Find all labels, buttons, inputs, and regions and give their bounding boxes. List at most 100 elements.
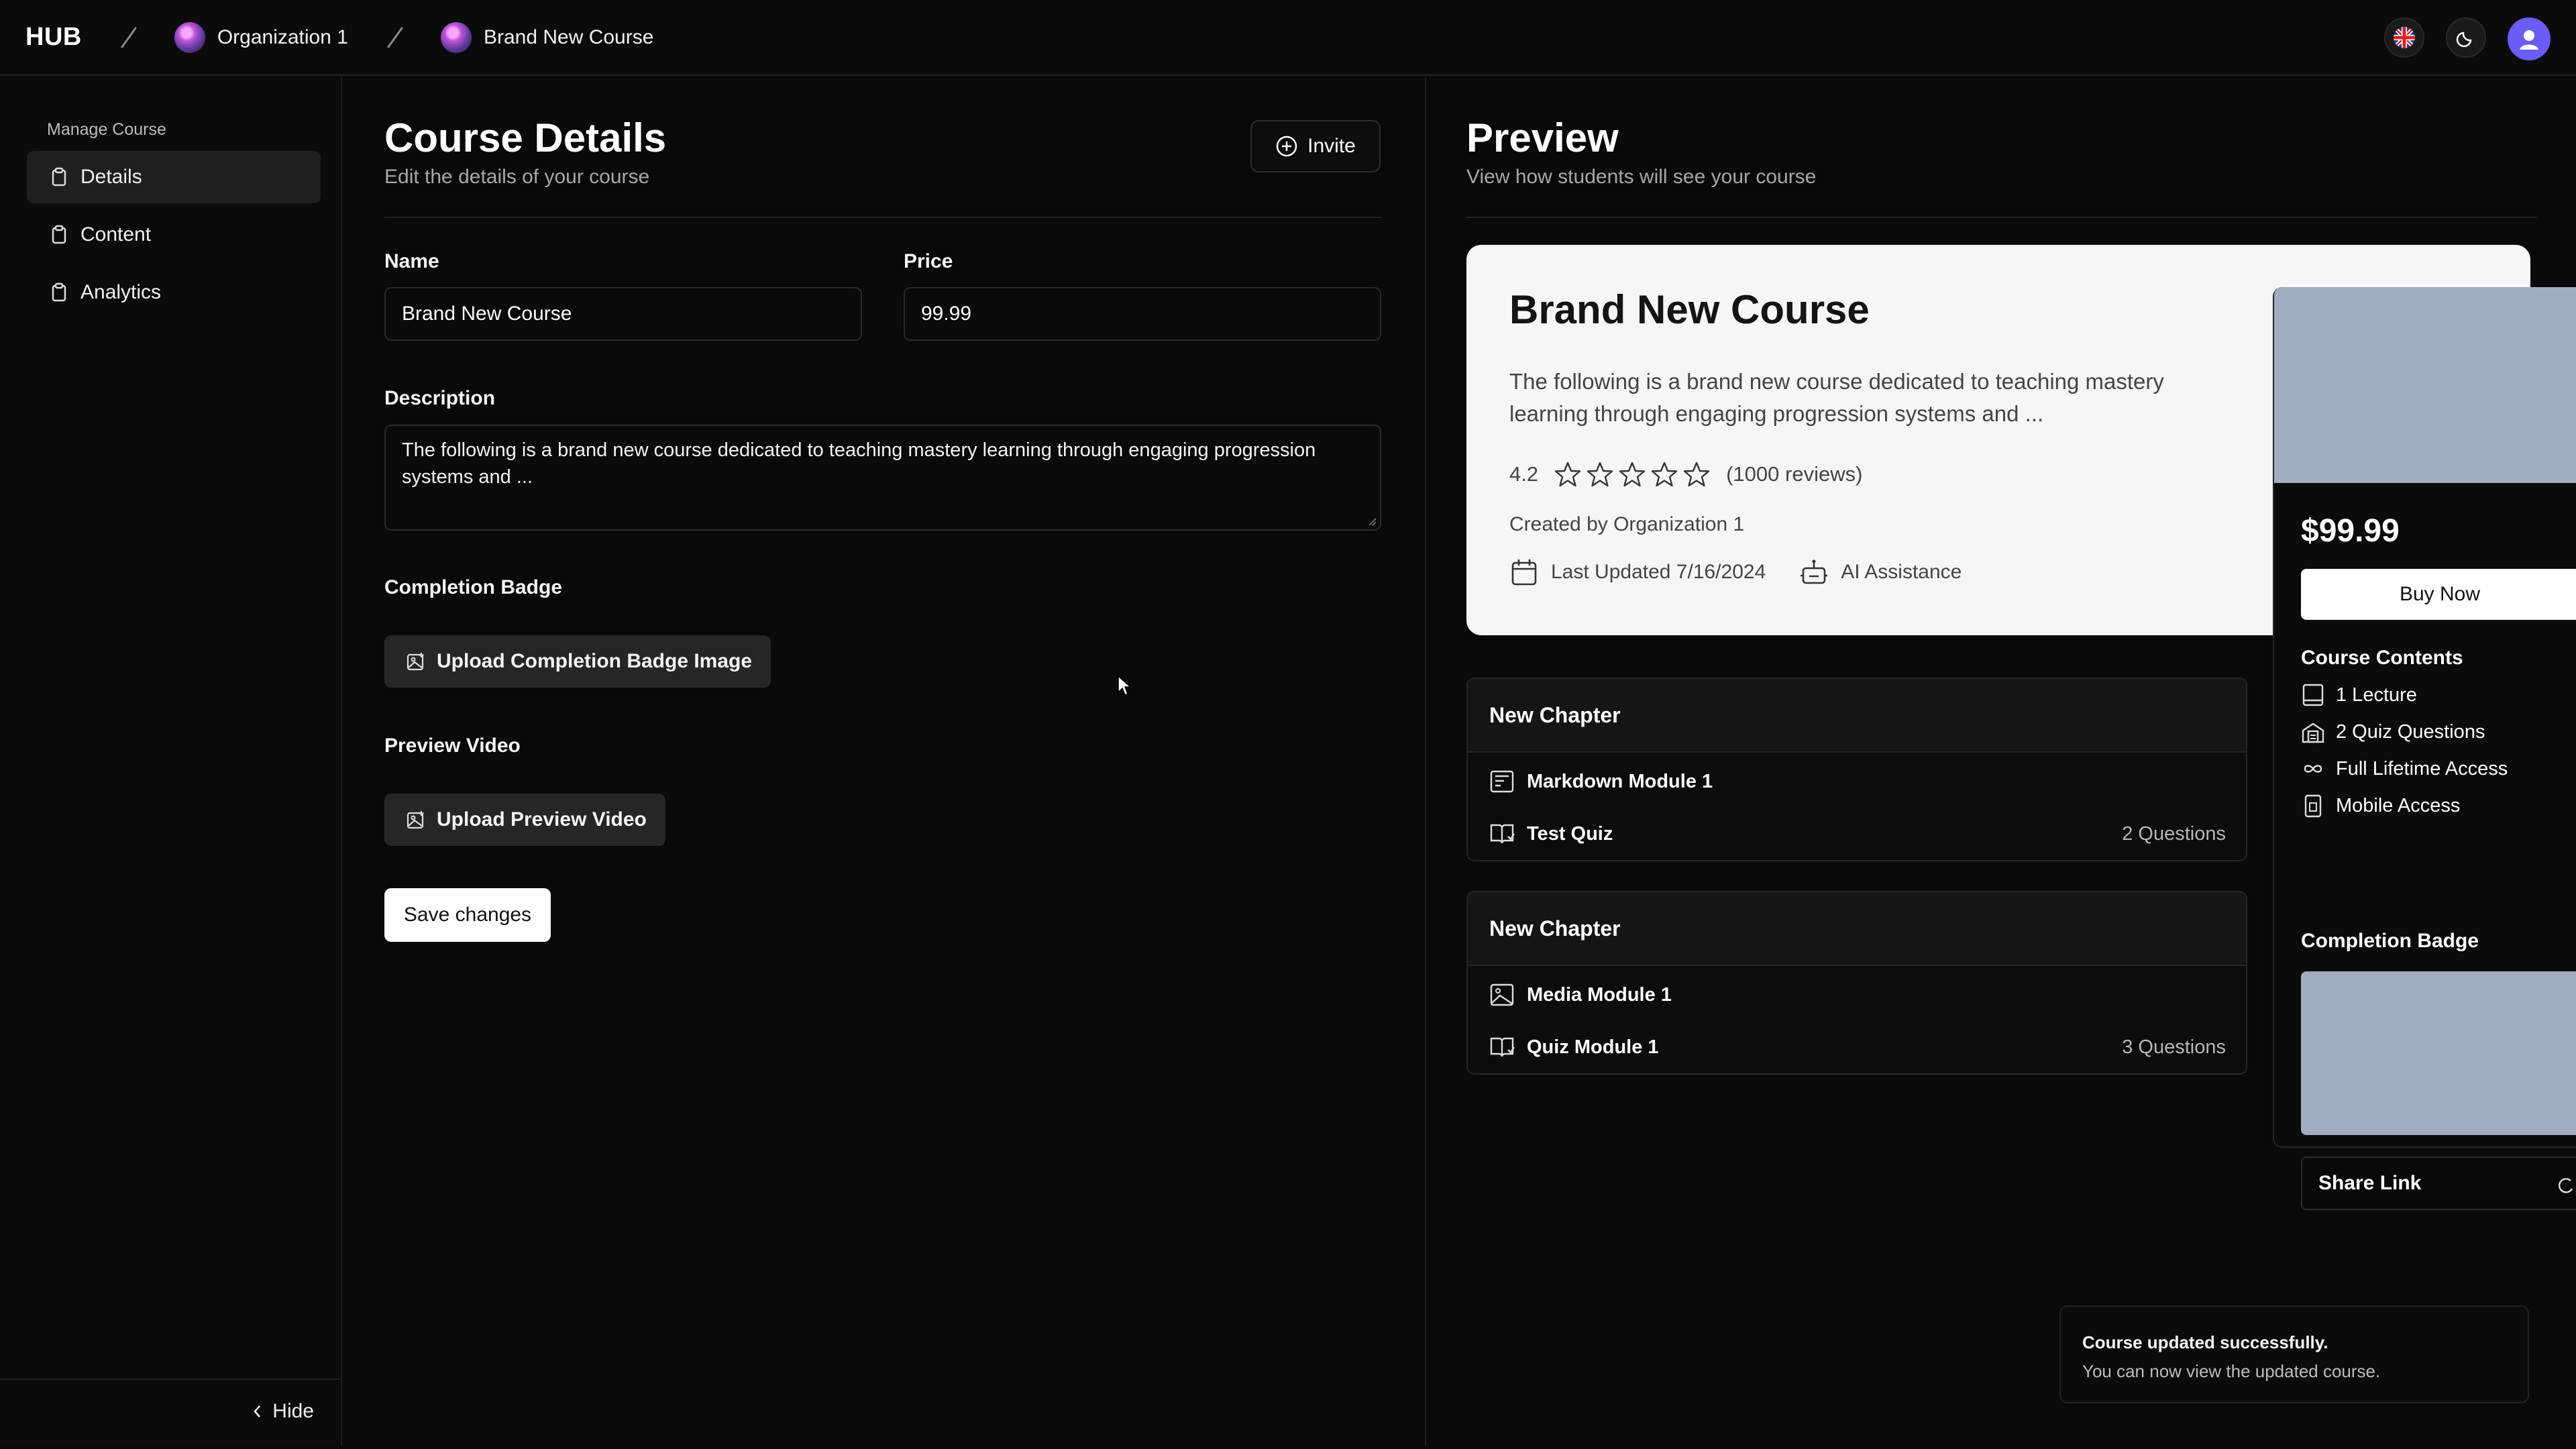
chevron-left-icon <box>254 1405 261 1417</box>
upload-video-label: Upload Preview Video <box>437 808 647 830</box>
question-count: 2 Questions <box>2122 822 2226 845</box>
organization-avatar <box>174 21 205 53</box>
module-item[interactable]: Test Quiz 2 Questions <box>1468 808 2246 860</box>
content-label: 2 Quiz Questions <box>2336 720 2485 743</box>
module-name: Markdown Module 1 <box>1527 770 1713 792</box>
image-icon <box>1490 983 1514 1006</box>
course-description: The following is a brand new course dedi… <box>1509 369 2164 426</box>
course-rating: 4.2 (1000 reviews) <box>1509 461 1862 488</box>
sidebar-item-label: Content <box>80 223 152 246</box>
chapter-title[interactable]: New Chapter <box>1468 892 2246 966</box>
content-item: 2 Quiz Questions <box>2301 720 2485 744</box>
sidebar-item-label: Analytics <box>80 281 162 303</box>
ai-assistance: AI Assistance <box>1841 561 1962 583</box>
language-button[interactable] <box>2384 17 2424 58</box>
breadcrumb-organization[interactable]: Organization 1 <box>174 21 348 53</box>
completion-badge-image <box>2301 971 2576 1135</box>
sidebar: Manage Course Details Content Analytics … <box>0 77 342 1446</box>
course-contents-title: Course Contents <box>2301 647 2463 669</box>
chapter-title[interactable]: New Chapter <box>1468 679 2246 753</box>
completion-badge-title: Completion Badge <box>2301 930 2479 952</box>
breadcrumb-separator-icon <box>121 27 137 48</box>
course-meta: Last Updated 7/16/2024 AI Assistance <box>1509 557 1962 587</box>
name-input[interactable]: Brand New Course <box>384 287 862 341</box>
course-details-panel: Course Details Edit the details of your … <box>342 77 1424 1446</box>
content-item: Mobile Access <box>2301 794 2460 818</box>
price-label: Price <box>904 250 953 272</box>
quiz-book-icon <box>1490 1037 1515 1057</box>
top-right-actions <box>2384 17 2551 60</box>
description-textarea[interactable]: The following is a brand new course dedi… <box>384 425 1381 531</box>
page-subtitle: Edit the details of your course <box>384 166 650 188</box>
save-changes-button[interactable]: Save changes <box>384 888 551 942</box>
resize-grip-icon[interactable] <box>1366 516 1377 527</box>
preview-panel: Preview View how students will see your … <box>1425 77 2576 1446</box>
star-icon <box>1554 462 1581 487</box>
chapter-card: New Chapter Markdown Module 1 Test Quiz … <box>1466 678 2247 861</box>
breadcrumb-course[interactable]: Brand New Course <box>440 21 654 53</box>
top-bar: HUB Organization 1 Brand New Course <box>0 0 2576 76</box>
content-label: Mobile Access <box>2336 794 2461 816</box>
upload-badge-label: Upload Completion Badge Image <box>437 650 753 672</box>
star-icon <box>1651 462 1678 487</box>
buy-now-button[interactable]: Buy Now <box>2301 569 2576 620</box>
lecture-icon <box>2302 684 2324 706</box>
content-label: 1 Lecture <box>2336 684 2417 706</box>
infinity-icon <box>2304 765 2322 773</box>
mouse-cursor-icon <box>1118 675 1132 696</box>
sidebar-title: Manage Course <box>47 120 166 139</box>
breadcrumb-label: Organization 1 <box>217 25 348 48</box>
page-title: Course Details <box>384 115 667 160</box>
rating-stars <box>1553 461 1711 488</box>
hide-label: Hide <box>272 1400 314 1422</box>
quiz-book-icon <box>1490 824 1515 844</box>
app-window: HUB Organization 1 Brand New Course Mana… <box>0 0 2576 1449</box>
content-item: 1 Lecture <box>2301 683 2417 707</box>
upload-video-button[interactable]: Upload Preview Video <box>384 794 665 846</box>
created-by: Created by Organization 1 <box>1509 513 1745 535</box>
clipboard-icon <box>52 225 66 244</box>
divider <box>384 217 1381 218</box>
sidebar-item-analytics[interactable]: Analytics <box>27 266 321 319</box>
preview-subtitle: View how students will see your course <box>1466 166 1817 188</box>
star-icon <box>1619 462 1646 487</box>
breadcrumb-separator-icon <box>387 27 403 48</box>
price-input[interactable]: 99.99 <box>904 287 1381 341</box>
module-name: Media Module 1 <box>1527 983 1672 1006</box>
course-avatar <box>440 21 472 53</box>
brand-logo[interactable]: HUB <box>25 23 82 52</box>
description-text: The following is a brand new course dedi… <box>402 439 1316 488</box>
user-menu-button[interactable] <box>2508 17 2551 60</box>
mobile-icon <box>2304 794 2322 818</box>
course-title: Brand New Course <box>1509 287 1870 332</box>
course-thumbnail <box>2274 287 2576 483</box>
theme-toggle-button[interactable] <box>2446 17 2486 58</box>
clipboard-icon <box>52 167 66 186</box>
content-item: Full Lifetime Access <box>2301 757 2508 781</box>
preview-video-label: Preview Video <box>384 735 521 757</box>
flag-uk-icon <box>2394 27 2415 48</box>
sidebar-footer: Hide <box>0 1379 341 1446</box>
invite-button[interactable]: Invite <box>1250 120 1381 172</box>
name-label: Name <box>384 250 439 272</box>
moon-icon <box>2456 32 2472 48</box>
calendar-icon <box>1511 559 1537 586</box>
module-item[interactable]: Markdown Module 1 <box>1468 755 2246 808</box>
hide-sidebar-button[interactable]: Hide <box>252 1400 314 1423</box>
toast-notification[interactable]: Course updated successfully. You can now… <box>2059 1305 2529 1403</box>
sidebar-item-details[interactable]: Details <box>27 151 321 203</box>
module-item[interactable]: Media Module 1 <box>1468 969 2246 1021</box>
sidebar-item-label: Details <box>80 166 142 188</box>
completion-badge-label: Completion Badge <box>384 576 563 598</box>
robot-icon <box>1801 559 1828 584</box>
share-link-button[interactable]: Share Link <box>2301 1157 2576 1210</box>
sidebar-item-content[interactable]: Content <box>27 209 321 261</box>
upload-badge-button[interactable]: Upload Completion Badge Image <box>384 635 771 688</box>
module-item[interactable]: Quiz Module 1 3 Questions <box>1468 1021 2246 1073</box>
review-count: (1000 reviews) <box>1726 462 1863 486</box>
preview-title: Preview <box>1466 115 1619 160</box>
toast-body: You can now view the updated course. <box>2082 1361 2381 1381</box>
quiz-icon <box>2302 722 2324 743</box>
clipboard-icon <box>52 282 66 302</box>
breadcrumb-label: Brand New Course <box>483 25 654 48</box>
